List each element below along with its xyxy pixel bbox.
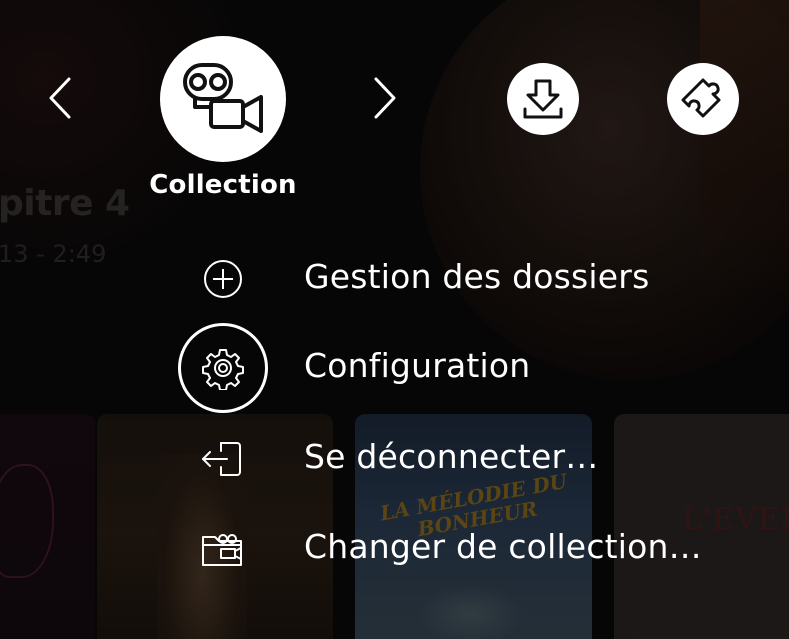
chevron-left-icon (49, 77, 71, 119)
download-module-button[interactable] (507, 63, 579, 135)
menu-item-change-collection[interactable]: Changer de collection… (178, 504, 738, 594)
film-camera-icon (183, 63, 263, 133)
plugins-module-button[interactable] (667, 63, 739, 135)
menu-item-icon-wrapper (178, 323, 268, 413)
menu-item-icon-wrapper (178, 414, 268, 504)
menu-item-label: Changer de collection… (304, 527, 702, 566)
menu-item-icon-wrapper (178, 234, 268, 324)
menu-item-logout[interactable]: Se déconnecter… (178, 414, 738, 504)
folder-film-icon (202, 534, 242, 566)
add-circle-icon (204, 260, 242, 298)
puzzle-plugin-icon (681, 78, 721, 118)
download-icon (523, 79, 563, 119)
menu-item-label: Se déconnecter… (304, 437, 599, 476)
current-module-label: Collection (149, 170, 297, 200)
logout-icon (202, 442, 241, 476)
chevron-right-icon (374, 77, 396, 119)
next-module-button[interactable] (365, 77, 405, 119)
gear-icon (202, 349, 244, 390)
menu-item-icon-wrapper (178, 504, 268, 594)
menu-item-manage-folders[interactable]: Gestion des dossiers (178, 234, 738, 324)
previous-module-button[interactable] (40, 77, 80, 119)
menu-item-label: Gestion des dossiers (304, 257, 650, 296)
menu-item-configuration[interactable]: Configuration (178, 323, 738, 413)
current-module-button[interactable] (160, 36, 286, 162)
menu-item-label: Configuration (304, 346, 531, 385)
